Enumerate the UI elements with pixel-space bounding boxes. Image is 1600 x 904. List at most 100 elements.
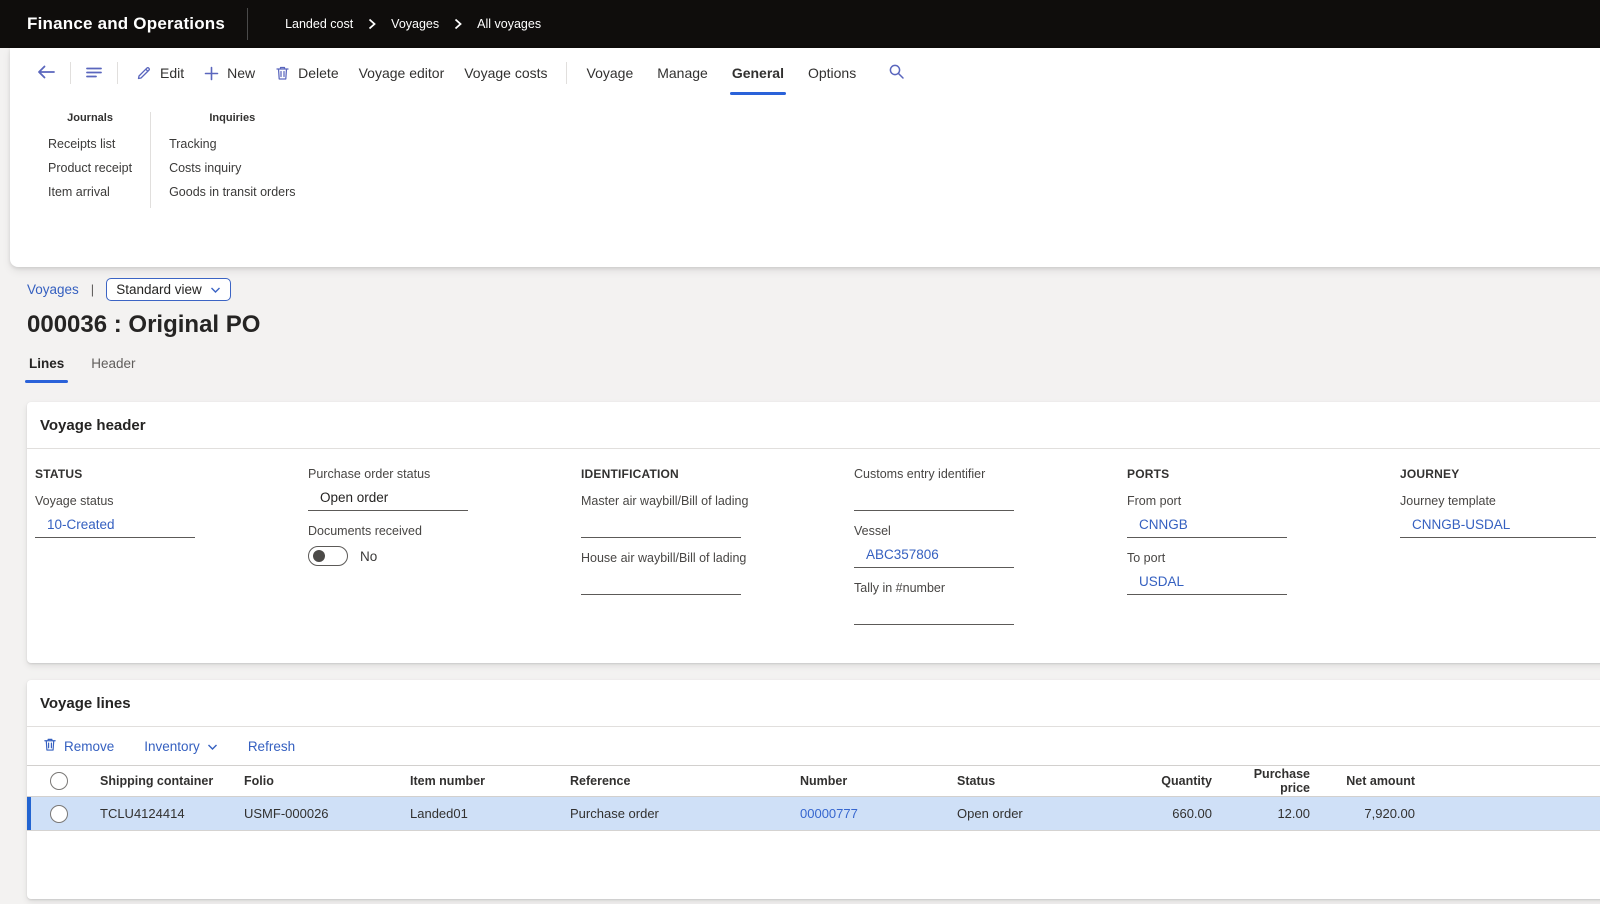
new-button[interactable]: New xyxy=(194,59,265,87)
cell-shipping-container[interactable]: TCLU4124414 xyxy=(90,797,234,831)
table-row[interactable]: TCLU4124414 USMF-000026 Landed01 Purchas… xyxy=(27,797,1600,831)
documents-received-toggle-row: No xyxy=(308,546,581,566)
edit-button[interactable]: Edit xyxy=(126,59,194,87)
remove-button[interactable]: Remove xyxy=(43,737,114,755)
breadcrumb-module[interactable]: Landed cost xyxy=(285,17,353,31)
col-shipping-container[interactable]: Shipping container xyxy=(90,766,234,797)
tab-header[interactable]: Header xyxy=(91,356,135,383)
col-purchase-price[interactable]: Purchase price xyxy=(1222,766,1320,797)
breadcrumb: Landed cost Voyages All voyages xyxy=(285,17,541,31)
master-awb-input[interactable] xyxy=(581,513,741,538)
refresh-button[interactable]: Refresh xyxy=(248,739,295,754)
identification-group-label: IDENTIFICATION xyxy=(581,467,854,481)
trash-icon xyxy=(275,65,290,81)
cell-purchase-price: 12.00 xyxy=(1222,797,1320,831)
tab-options[interactable]: Options xyxy=(796,59,868,87)
pencil-icon xyxy=(136,65,152,81)
menu-item-goods-in-transit-orders[interactable]: Goods in transit orders xyxy=(169,184,295,201)
menu-button[interactable] xyxy=(79,59,109,88)
field-label: To port xyxy=(1127,551,1400,565)
voyages-link[interactable]: Voyages xyxy=(27,282,79,297)
identification-column-2: Customs entry identifier Vessel ABC35780… xyxy=(854,467,1127,638)
voyage-costs-label: Voyage costs xyxy=(464,65,547,81)
breadcrumb-page[interactable]: All voyages xyxy=(477,17,541,31)
row-select-cell xyxy=(27,797,90,831)
col-number[interactable]: Number xyxy=(790,766,947,797)
breadcrumb-area[interactable]: Voyages xyxy=(391,17,439,31)
voyage-header-title-row[interactable]: Voyage header xyxy=(27,402,1600,449)
cell-reference: Purchase order xyxy=(560,797,790,831)
house-awb-input[interactable] xyxy=(581,570,741,595)
col-item-number[interactable]: Item number xyxy=(400,766,560,797)
cell-quantity: 660.00 xyxy=(1130,797,1222,831)
menu-item-product-receipt[interactable]: Product receipt xyxy=(48,160,132,177)
tab-general[interactable]: General xyxy=(720,59,796,87)
to-port-value[interactable]: USDAL xyxy=(1127,570,1287,595)
purchase-order-status-value[interactable]: Open order xyxy=(308,486,468,511)
menu-lines-icon xyxy=(85,65,103,82)
cell-number[interactable]: 00000777 xyxy=(790,797,947,831)
menu-item-costs-inquiry[interactable]: Costs inquiry xyxy=(169,160,295,177)
voyage-header-fields: STATUS Voyage status 10-Created Purchase… xyxy=(27,449,1600,638)
col-quantity[interactable]: Quantity xyxy=(1130,766,1222,797)
divider xyxy=(566,62,567,84)
status-column: STATUS Voyage status 10-Created xyxy=(35,467,308,638)
menu-item-item-arrival[interactable]: Item arrival xyxy=(48,184,132,201)
select-all-cell xyxy=(27,766,90,797)
tally-input[interactable] xyxy=(854,600,1014,625)
ribbon-group-journals: Journals Receipts list Product receipt I… xyxy=(30,112,150,208)
voyage-status-field: Voyage status 10-Created xyxy=(35,494,308,538)
col-reference[interactable]: Reference xyxy=(560,766,790,797)
trash-icon xyxy=(43,737,57,755)
cell-filler xyxy=(1425,797,1600,831)
select-all-radio[interactable] xyxy=(50,772,68,790)
cell-folio[interactable]: USMF-000026 xyxy=(234,797,400,831)
field-label: House air waybill/Bill of lading xyxy=(581,551,854,565)
documents-received-toggle[interactable] xyxy=(308,546,348,566)
section-title: Voyage header xyxy=(40,417,146,434)
col-status[interactable]: Status xyxy=(947,766,1130,797)
customs-entry-field: Customs entry identifier xyxy=(854,467,1127,511)
field-label: From port xyxy=(1127,494,1400,508)
field-label: Purchase order status xyxy=(308,467,581,481)
field-label: Master air waybill/Bill of lading xyxy=(581,494,854,508)
row-select-radio[interactable] xyxy=(50,805,68,823)
tab-voyage[interactable]: Voyage xyxy=(575,59,646,87)
voyage-lines-title-row[interactable]: Voyage lines xyxy=(27,680,1600,727)
menu-item-tracking[interactable]: Tracking xyxy=(169,136,295,153)
tab-lines[interactable]: Lines xyxy=(29,356,64,383)
edit-label: Edit xyxy=(160,65,184,81)
delete-button[interactable]: Delete xyxy=(265,59,348,87)
chevron-right-icon xyxy=(367,18,377,30)
search-button[interactable] xyxy=(882,57,911,89)
voyage-lines-toolbar: Remove Inventory Refresh xyxy=(27,727,1600,765)
voyage-costs-button[interactable]: Voyage costs xyxy=(454,59,557,87)
journey-group-label: JOURNEY xyxy=(1400,467,1600,481)
field-label: Voyage status xyxy=(35,494,308,508)
inventory-label: Inventory xyxy=(144,739,200,754)
plus-icon xyxy=(204,66,219,81)
journey-template-value[interactable]: CNNGB-USDAL xyxy=(1400,513,1596,538)
app-title[interactable]: Finance and Operations xyxy=(0,14,225,34)
col-net-amount[interactable]: Net amount xyxy=(1320,766,1425,797)
col-filler xyxy=(1425,766,1600,797)
cell-item-number[interactable]: Landed01 xyxy=(400,797,560,831)
menu-item-receipts-list[interactable]: Receipts list xyxy=(48,136,132,153)
cell-status: Open order xyxy=(947,797,1130,831)
section-title: Voyage lines xyxy=(40,695,131,712)
back-button[interactable] xyxy=(30,58,62,89)
inventory-dropdown-button[interactable]: Inventory xyxy=(144,739,218,754)
identification-column: IDENTIFICATION Master air waybill/Bill o… xyxy=(581,467,854,638)
view-selector-dropdown[interactable]: Standard view xyxy=(106,278,231,301)
voyage-editor-button[interactable]: Voyage editor xyxy=(349,59,455,87)
voyage-status-value[interactable]: 10-Created xyxy=(35,513,195,538)
customs-entry-input[interactable] xyxy=(854,486,1014,511)
journey-template-field: Journey template CNNGB-USDAL xyxy=(1400,494,1600,538)
col-folio[interactable]: Folio xyxy=(234,766,400,797)
tab-manage[interactable]: Manage xyxy=(645,59,720,87)
chevron-down-icon xyxy=(210,282,221,297)
from-port-value[interactable]: CNNGB xyxy=(1127,513,1287,538)
page-tabs: Lines Header xyxy=(29,356,1600,383)
voyage-lines-table: Shipping container Folio Item number Ref… xyxy=(27,765,1600,831)
vessel-value[interactable]: ABC357806 xyxy=(854,543,1014,568)
